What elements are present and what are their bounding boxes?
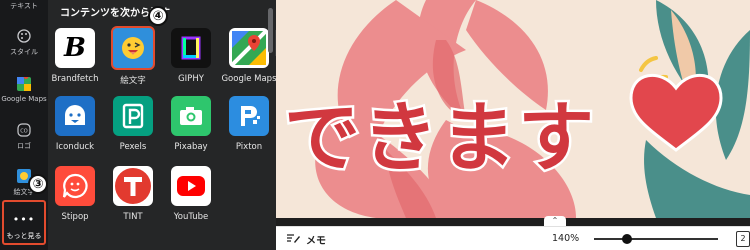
stipop-icon — [55, 166, 95, 206]
rail-item-logo[interactable]: CO ロゴ — [0, 122, 48, 151]
app-name: TINT — [123, 212, 143, 222]
rail-item-label: Google Maps — [1, 95, 47, 103]
app-name: Pexels — [119, 142, 147, 152]
app-pexels[interactable]: Pexels — [103, 96, 163, 152]
design-canvas[interactable]: できます — [276, 0, 750, 218]
iconduck-icon — [55, 96, 95, 136]
google-maps-icon — [16, 76, 32, 92]
zoom-slider[interactable] — [594, 238, 718, 240]
app-youtube[interactable]: YouTube — [161, 166, 221, 222]
chevron-up-icon: ⌃ — [551, 216, 559, 225]
page-count-button[interactable]: 2 — [736, 231, 750, 247]
editor-window: テキスト スタイル Google Maps CO ロゴ 絵文字 ••• もっと見… — [0, 0, 750, 250]
emoji-app-icon — [111, 26, 155, 70]
pixton-icon — [229, 96, 269, 136]
rail-item-style[interactable]: スタイル — [0, 28, 48, 57]
rail-item-text[interactable]: テキスト — [0, 0, 48, 11]
brandfetch-icon: B — [55, 28, 95, 68]
more-dots-icon: ••• — [12, 213, 36, 226]
memo-icon — [286, 232, 300, 247]
memo-label: メモ — [306, 236, 326, 247]
app-giphy[interactable]: GIPHY — [161, 28, 221, 84]
giphy-icon — [171, 28, 211, 68]
app-brandfetch[interactable]: B Brandfetch — [45, 28, 105, 84]
app-name: 絵文字 — [120, 76, 146, 86]
apps-panel: コンテンツを次から探す B Brandfetch 絵文字 GIPHY Googl… — [45, 0, 279, 250]
app-name: Pixabay — [174, 142, 208, 152]
app-pixton[interactable]: Pixton — [219, 96, 279, 152]
app-name: Brandfetch — [51, 74, 99, 84]
memo-button[interactable]: メモ — [286, 232, 326, 247]
app-name: Stipop — [61, 212, 89, 222]
google-maps-app-icon — [229, 28, 269, 68]
palette-icon — [16, 28, 32, 44]
rail-item-label: ロゴ — [17, 142, 31, 150]
more-button-label: もっと見る — [6, 232, 42, 240]
app-stipop[interactable]: Stipop — [45, 166, 105, 222]
app-name: Pixton — [235, 142, 263, 152]
panel-scrollbar[interactable] — [268, 8, 273, 53]
zoom-level[interactable]: 140% — [552, 233, 579, 244]
pixabay-icon — [171, 96, 211, 136]
rail-item-label: スタイル — [10, 48, 38, 56]
logo-icon: CO — [16, 122, 32, 138]
app-name: GIPHY — [178, 74, 204, 84]
rail-item-label: テキスト — [10, 2, 38, 10]
bottom-bar: メモ 140% 2 — [276, 226, 750, 250]
zoom-slider-knob[interactable] — [622, 234, 633, 244]
app-emoji[interactable]: 絵文字 — [103, 26, 163, 86]
tint-icon — [113, 166, 153, 206]
side-rail: テキスト スタイル Google Maps CO ロゴ 絵文字 ••• もっと見… — [0, 0, 48, 250]
app-iconduck[interactable]: Iconduck — [45, 96, 105, 152]
expand-pages-button[interactable]: ⌃ — [544, 216, 566, 226]
app-tint[interactable]: TINT — [103, 166, 163, 222]
app-pixabay[interactable]: Pixabay — [161, 96, 221, 152]
svg-text:CO: CO — [20, 129, 27, 135]
app-name: YouTube — [173, 212, 209, 222]
app-name: Google Maps — [221, 74, 277, 84]
rail-item-google-maps[interactable]: Google Maps — [0, 76, 48, 103]
youtube-icon — [171, 166, 211, 206]
canvas-headline[interactable]: できます — [282, 76, 597, 186]
app-name: Iconduck — [55, 142, 95, 152]
pexels-icon — [113, 96, 153, 136]
more-button[interactable]: ••• もっと見る — [2, 200, 46, 245]
step-marker-4: ④ — [148, 6, 168, 26]
